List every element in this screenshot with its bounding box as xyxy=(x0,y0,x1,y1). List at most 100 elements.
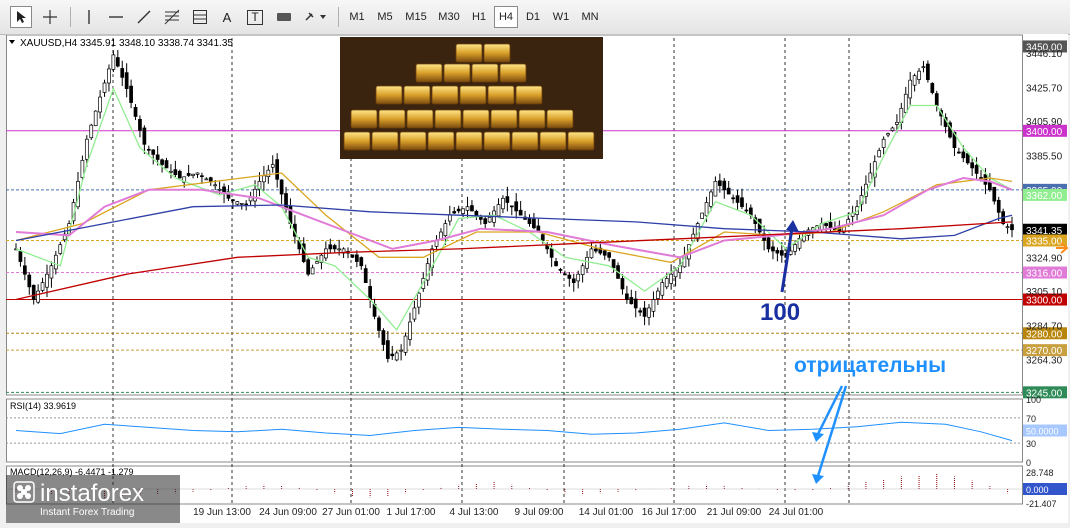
candle-body xyxy=(620,278,625,290)
candle-body xyxy=(164,160,169,169)
candle-body xyxy=(173,169,178,176)
cursor-tool[interactable] xyxy=(10,6,32,28)
rsi-tick-label: 30 xyxy=(1026,439,1036,449)
gold-bar xyxy=(375,85,403,105)
candle-body xyxy=(722,180,727,191)
candle-body xyxy=(576,273,581,282)
gold-bar xyxy=(343,131,371,151)
channel-tool[interactable] xyxy=(188,6,212,28)
timeframe-m5[interactable]: M5 xyxy=(372,6,398,28)
candle-body xyxy=(40,282,45,291)
candle-body xyxy=(625,293,629,300)
candle-body xyxy=(266,169,271,177)
candle-body xyxy=(983,174,988,185)
candle-body xyxy=(53,254,58,270)
gold-bar xyxy=(567,131,595,151)
shapes-tool[interactable] xyxy=(302,6,332,28)
chart-toolbar: A T M1 M5 M15 M30 H1 H4 D1 W1 MN xyxy=(0,0,1070,35)
candle-body xyxy=(514,201,519,212)
timeframe-m30[interactable]: M30 xyxy=(434,6,464,28)
gold-bar xyxy=(483,131,511,151)
candle-body xyxy=(700,212,704,219)
text-tool[interactable]: A xyxy=(216,6,238,28)
crosshair-tool[interactable] xyxy=(38,6,62,28)
candle-body xyxy=(142,127,147,145)
y-tick-label: 3385.50 xyxy=(1026,151,1063,162)
candle-body xyxy=(408,321,412,340)
rsi-tick-label: 100 xyxy=(1026,395,1041,405)
candle-body xyxy=(890,127,895,131)
vertical-line-tool[interactable] xyxy=(78,6,100,28)
candle-body xyxy=(726,187,731,195)
fibonacci-tool[interactable] xyxy=(160,6,184,28)
candle-body xyxy=(337,248,341,251)
candle-body xyxy=(217,188,222,191)
candle-body xyxy=(315,261,319,264)
price-level-label: 3335.00 xyxy=(1023,234,1067,247)
trendline-tool[interactable] xyxy=(132,6,156,28)
horizontal-line-tool[interactable] xyxy=(104,6,128,28)
candle-body xyxy=(443,223,448,237)
gold-bar xyxy=(483,43,511,63)
price-level-text: 3316.00 xyxy=(1026,269,1063,280)
candle-body xyxy=(961,151,966,159)
candle-body xyxy=(669,273,673,284)
candle-body xyxy=(107,68,111,84)
candle-body xyxy=(160,159,164,165)
candle-body xyxy=(651,299,656,312)
timeframe-d1[interactable]: D1 xyxy=(520,6,546,28)
rectangle-tool[interactable] xyxy=(272,6,296,28)
candle-body xyxy=(195,172,200,175)
text-label-tool[interactable]: T xyxy=(244,6,266,28)
candle-body xyxy=(412,307,417,320)
candle-body xyxy=(146,148,151,151)
fibonacci-grid-icon xyxy=(164,9,180,25)
timeframe-mn[interactable]: MN xyxy=(576,6,604,28)
x-tick-label: 4 Jul 13:00 xyxy=(450,507,499,518)
timeframe-w1[interactable]: W1 xyxy=(548,6,574,28)
candle-body xyxy=(18,251,23,262)
timeframe-h4[interactable]: H4 xyxy=(494,6,518,28)
candle-body xyxy=(957,151,961,154)
candle-body xyxy=(45,273,49,288)
candle-body xyxy=(660,282,665,296)
x-tick-label: 24 Jun 09:00 xyxy=(259,507,317,518)
timeframe-m15[interactable]: M15 xyxy=(400,6,432,28)
candle-body xyxy=(89,124,94,139)
candle-body xyxy=(381,330,386,345)
candle-body xyxy=(138,118,142,131)
price-chart[interactable]: 3450.003400.003365.003362.003341.353335.… xyxy=(0,34,1069,523)
candle-body xyxy=(647,307,651,318)
candle-body xyxy=(527,217,532,224)
candle-body xyxy=(120,68,125,78)
candle-body xyxy=(921,66,926,69)
x-tick-label: 19 Jun 13:00 xyxy=(193,507,251,518)
candle-body xyxy=(540,234,545,241)
shapes-dropdown-icon xyxy=(305,12,326,21)
candle-body xyxy=(877,150,882,158)
candle-body xyxy=(642,307,647,317)
candle-body xyxy=(124,72,129,89)
y-tick-label: 3425.70 xyxy=(1026,83,1063,94)
candle-body xyxy=(478,216,483,220)
candle-body xyxy=(908,79,913,99)
candle-body xyxy=(496,204,501,217)
gold-bar xyxy=(434,109,462,129)
candle-body xyxy=(549,248,554,258)
timeframe-m1[interactable]: M1 xyxy=(344,6,370,28)
x-tick-label: 27 Jun 01:00 xyxy=(322,507,380,518)
candle-body xyxy=(563,273,567,276)
timeframe-h1[interactable]: H1 xyxy=(466,6,492,28)
price-level-text: 3335.00 xyxy=(1026,236,1063,247)
candle-body xyxy=(744,209,749,212)
candle-body xyxy=(589,248,594,259)
candle-body xyxy=(231,199,235,202)
candle-body xyxy=(151,149,156,155)
candle-body xyxy=(31,284,36,300)
candle-body xyxy=(390,353,395,357)
channel-grid-icon xyxy=(193,10,207,24)
chart-area[interactable]: 3450.003400.003365.003362.003341.353335.… xyxy=(0,34,1069,523)
price-level-label: 3362.00 xyxy=(1023,188,1067,202)
candle-body xyxy=(306,259,311,275)
candle-body xyxy=(740,197,744,208)
